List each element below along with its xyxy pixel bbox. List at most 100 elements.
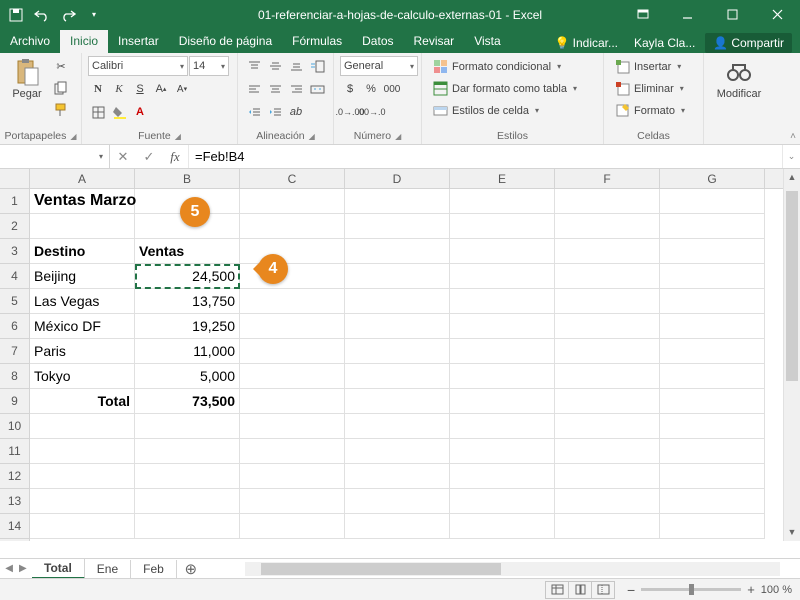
paste-button[interactable]: Pegar xyxy=(6,56,48,100)
redo-icon[interactable] xyxy=(56,3,80,27)
zoom-out-button[interactable]: − xyxy=(627,582,635,598)
sheet-tab-bar: ◀▶ Total Ene Feb ⊕ xyxy=(0,558,800,578)
dialog-launcher-icon[interactable]: ◢ xyxy=(175,132,181,141)
cell-styles-icon xyxy=(432,103,448,119)
sheet-tab-total[interactable]: Total xyxy=(32,559,85,579)
decrease-indent-icon[interactable] xyxy=(244,102,264,122)
zoom-level[interactable]: 100 % xyxy=(761,584,792,596)
align-center-icon[interactable] xyxy=(265,79,285,99)
collapse-ribbon-icon[interactable]: ˄ xyxy=(790,131,796,142)
account-name[interactable]: Kayla Cla... xyxy=(628,34,701,52)
tab-vista[interactable]: Vista xyxy=(464,30,510,53)
tab-diseno[interactable]: Diseño de página xyxy=(169,30,282,53)
tab-insertar[interactable]: Insertar xyxy=(108,30,169,53)
sheet-nav[interactable]: ◀▶ xyxy=(0,563,32,574)
quick-access-toolbar: ▾ xyxy=(0,3,106,27)
find-select-button[interactable]: Modificar xyxy=(710,56,768,100)
copy-icon[interactable] xyxy=(51,78,71,98)
borders-icon[interactable] xyxy=(88,102,108,122)
share-button[interactable]: 👤Compartir xyxy=(705,33,792,53)
format-painter-icon[interactable] xyxy=(51,100,71,120)
column-headers[interactable]: ABCDEFG xyxy=(30,169,783,189)
group-label-styles: Estilos xyxy=(497,130,528,142)
increase-indent-icon[interactable] xyxy=(265,102,285,122)
font-color-icon[interactable]: A xyxy=(130,102,150,122)
tab-inicio[interactable]: Inicio xyxy=(60,30,108,53)
wrap-text-icon[interactable] xyxy=(307,56,327,76)
page-break-view-icon[interactable] xyxy=(591,581,615,599)
sheet-tab-ene[interactable]: Ene xyxy=(85,560,131,578)
name-box[interactable]: ▾ xyxy=(0,145,110,168)
cells-area[interactable]: Ventas MarzoDestinoVentasBeijing24,500La… xyxy=(30,189,783,541)
tab-datos[interactable]: Datos xyxy=(352,30,403,53)
ribbon-tabs: Archivo Inicio Insertar Diseño de página… xyxy=(0,29,800,53)
callout-4: 4 xyxy=(258,254,288,284)
merge-center-icon[interactable] xyxy=(307,79,327,99)
normal-view-icon[interactable] xyxy=(545,581,569,599)
font-size-combo[interactable]: 14▾ xyxy=(189,56,229,76)
scroll-down-icon[interactable]: ▼ xyxy=(784,524,800,541)
insert-cells-button[interactable]: Insertar▾ xyxy=(610,56,697,77)
conditional-format-button[interactable]: Formato condicional▾ xyxy=(428,56,597,77)
row-headers[interactable]: 1234567891011121314 xyxy=(0,189,30,541)
number-format-combo[interactable]: General▾ xyxy=(340,56,418,76)
delete-cells-button[interactable]: Eliminar▾ xyxy=(610,78,697,99)
cell-styles-button[interactable]: Estilos de celda▾ xyxy=(428,100,597,121)
next-sheet-icon[interactable]: ▶ xyxy=(19,563,27,574)
dialog-launcher-icon[interactable]: ◢ xyxy=(70,132,76,141)
orientation-icon[interactable]: ab xyxy=(286,102,306,122)
bold-button[interactable]: N xyxy=(88,79,108,99)
zoom-in-button[interactable]: + xyxy=(747,582,755,597)
cond-format-icon xyxy=(432,59,448,75)
fill-color-icon[interactable] xyxy=(109,102,129,122)
tell-me[interactable]: 💡Indicar... xyxy=(549,34,624,52)
percent-format-icon[interactable]: % xyxy=(361,79,381,99)
paste-icon xyxy=(13,58,41,86)
undo-icon[interactable] xyxy=(30,3,54,27)
decrease-font-icon[interactable]: A▾ xyxy=(172,79,192,99)
vertical-scrollbar[interactable]: ▲ ▼ xyxy=(783,169,800,541)
align-top-icon[interactable] xyxy=(244,56,264,76)
new-sheet-button[interactable]: ⊕ xyxy=(177,560,205,578)
cut-icon[interactable]: ✂ xyxy=(51,56,71,76)
select-all-corner[interactable] xyxy=(0,169,30,189)
formula-input[interactable]: =Feb!B4 xyxy=(189,145,782,168)
ribbon-options-icon[interactable] xyxy=(620,0,665,29)
expand-formula-bar-icon[interactable]: ⌄ xyxy=(782,145,800,168)
qat-customize-icon[interactable]: ▾ xyxy=(82,3,106,27)
align-bottom-icon[interactable] xyxy=(286,56,306,76)
horizontal-scrollbar[interactable] xyxy=(245,562,780,576)
minimize-button[interactable] xyxy=(665,0,710,29)
italic-button[interactable]: K xyxy=(109,79,129,99)
prev-sheet-icon[interactable]: ◀ xyxy=(5,563,13,574)
format-as-table-button[interactable]: Dar formato como tabla▾ xyxy=(428,78,597,99)
title-bar: ▾ 01-referenciar-a-hojas-de-calculo-exte… xyxy=(0,0,800,29)
align-right-icon[interactable] xyxy=(286,79,306,99)
align-left-icon[interactable] xyxy=(244,79,264,99)
bulb-icon: 💡 xyxy=(555,36,570,50)
accounting-format-icon[interactable]: $ xyxy=(340,79,360,99)
format-cells-button[interactable]: Formato▾ xyxy=(610,100,697,121)
enter-formula-icon[interactable]: ✓ xyxy=(136,149,162,165)
align-middle-icon[interactable] xyxy=(265,56,285,76)
cancel-formula-icon[interactable]: ✕ xyxy=(110,149,136,165)
comma-format-icon[interactable]: 000 xyxy=(382,79,402,99)
zoom-slider[interactable] xyxy=(641,588,741,591)
save-icon[interactable] xyxy=(4,3,28,27)
font-name-combo[interactable]: Calibri▾ xyxy=(88,56,188,76)
tab-formulas[interactable]: Fórmulas xyxy=(282,30,352,53)
underline-button[interactable]: S xyxy=(130,79,150,99)
dialog-launcher-icon[interactable]: ◢ xyxy=(395,132,401,141)
scroll-up-icon[interactable]: ▲ xyxy=(784,169,800,186)
sheet-tab-feb[interactable]: Feb xyxy=(131,560,177,578)
insert-function-icon[interactable]: fx xyxy=(162,149,188,165)
close-button[interactable] xyxy=(755,0,800,29)
page-layout-view-icon[interactable] xyxy=(568,581,592,599)
scroll-thumb[interactable] xyxy=(786,191,798,381)
dialog-launcher-icon[interactable]: ◢ xyxy=(309,132,315,141)
decrease-decimal-icon[interactable]: .00→.0 xyxy=(361,102,381,122)
maximize-button[interactable] xyxy=(710,0,755,29)
tab-archivo[interactable]: Archivo xyxy=(0,30,60,53)
increase-font-icon[interactable]: A▴ xyxy=(151,79,171,99)
tab-revisar[interactable]: Revisar xyxy=(404,30,465,53)
